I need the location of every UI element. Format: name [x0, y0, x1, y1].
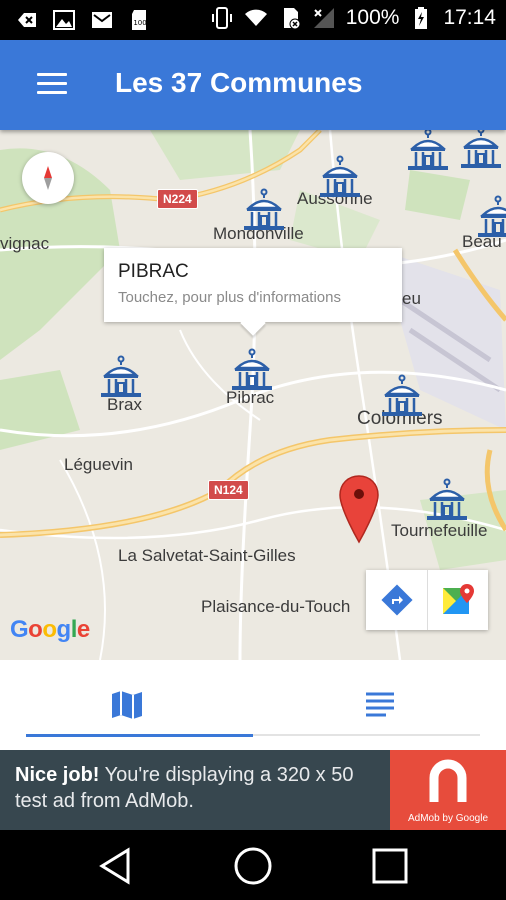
sim-off-icon	[283, 8, 301, 30]
status-bar: 100 100% 17:14	[0, 0, 506, 40]
road-shield: N224	[157, 189, 198, 209]
info-window-subtitle: Touchez, pour plus d'informations	[118, 289, 341, 306]
clock: 17:14	[443, 6, 496, 29]
tab-indicator	[26, 734, 253, 737]
wifi-icon	[244, 9, 267, 26]
road-shield: N124	[208, 480, 249, 500]
town-label: Plaisance-du-Touch	[201, 597, 351, 616]
vibrate-icon	[211, 7, 232, 29]
hamburger-icon[interactable]	[37, 73, 67, 95]
image-icon	[53, 10, 75, 30]
town-hall-icon[interactable]	[98, 355, 144, 401]
map-icon	[111, 691, 142, 719]
town-hall-icon[interactable]	[458, 130, 504, 172]
back-arrow-icon	[18, 13, 36, 27]
app-bar: Les 37 Communes	[0, 40, 506, 130]
ad-text: Nice job! You're displaying a 320 x 50 t…	[15, 762, 385, 814]
town-hall-icon[interactable]	[317, 155, 363, 201]
town-hall-icon[interactable]	[379, 374, 425, 420]
info-window-title: PIBRAC	[118, 261, 189, 282]
app-title: Les 37 Communes	[115, 67, 363, 98]
town-hall-icon[interactable]	[475, 195, 506, 241]
tab-list[interactable]	[253, 660, 506, 750]
gmail-icon	[92, 12, 112, 28]
admob-label: AdMob by Google	[407, 813, 489, 824]
google-maps-icon[interactable]	[427, 570, 488, 630]
town-hall-icon[interactable]	[229, 348, 275, 394]
back-icon[interactable]	[94, 844, 138, 888]
town-label: eu	[402, 289, 421, 308]
google-logo: Google	[10, 616, 90, 643]
town-hall-icon[interactable]	[424, 478, 470, 524]
recents-icon[interactable]	[368, 844, 412, 888]
directions-icon[interactable]	[366, 570, 427, 630]
sd-card-icon: 100	[132, 10, 147, 30]
town-hall-icon[interactable]	[405, 130, 451, 174]
battery-charging-icon	[415, 7, 428, 29]
svg-text:100: 100	[133, 19, 146, 27]
notification-icons: 100	[14, 8, 152, 32]
marker-info-window[interactable]: PIBRAC Touchez, pour plus d'informations	[104, 248, 402, 322]
system-indicators: 100% 17:14	[210, 6, 496, 30]
town-label: vignac	[0, 234, 50, 253]
battery-percent: 100%	[345, 6, 400, 29]
ad-bold: Nice job!	[15, 764, 100, 786]
bottom-tabs	[0, 660, 506, 750]
home-icon[interactable]	[231, 844, 275, 888]
tab-track	[253, 734, 480, 736]
map-pin-icon[interactable]	[338, 474, 380, 544]
town-hall-icon[interactable]	[241, 188, 287, 234]
map-toolbar	[366, 570, 488, 630]
ad-banner[interactable]: Nice job! You're displaying a 320 x 50 t…	[0, 750, 506, 830]
signal-icon	[313, 8, 334, 28]
system-nav-bar	[0, 830, 506, 900]
town-label: Léguevin	[64, 455, 134, 474]
admob-logo-icon	[429, 759, 467, 802]
list-icon	[365, 692, 394, 717]
town-label: Tournefeuille	[391, 521, 488, 540]
admob-badge: AdMob by Google	[390, 750, 506, 830]
map-view[interactable]: vignac Aussonne Mondonville Beau eu Brax…	[0, 130, 506, 660]
town-label: La Salvetat-Saint-Gilles	[118, 546, 296, 565]
compass-icon[interactable]	[22, 152, 74, 204]
